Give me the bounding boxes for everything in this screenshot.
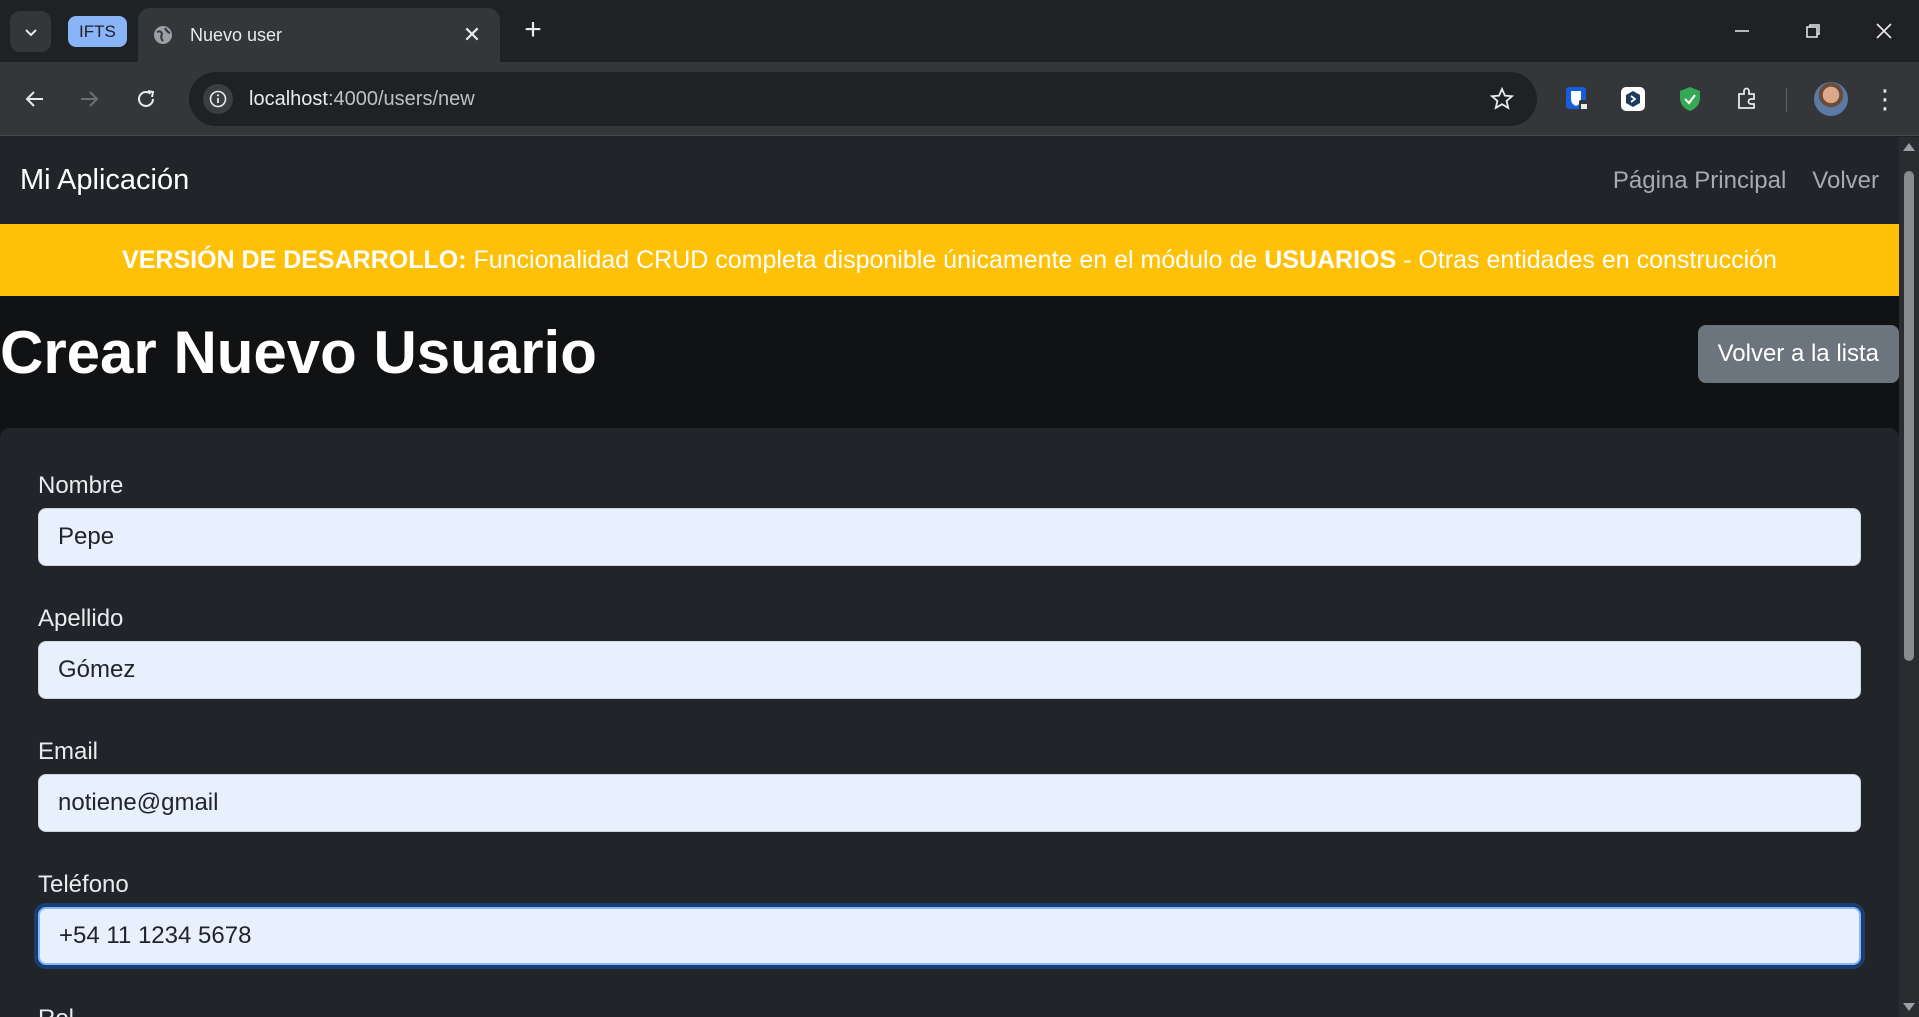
page-scrollbar[interactable]	[1899, 137, 1919, 1017]
banner-prefix: VERSIÓN DE DESARROLLO:	[122, 245, 467, 274]
back-to-list-button[interactable]: Volver a la lista	[1697, 325, 1899, 383]
page-title: Crear Nuevo Usuario	[0, 319, 597, 386]
scrollbar-thumb[interactable]	[1904, 171, 1914, 661]
bitwarden-extension-icon[interactable]	[1560, 82, 1594, 116]
restore-icon	[1806, 24, 1820, 38]
chevron-down-icon	[24, 28, 37, 36]
minimize-button[interactable]	[1714, 10, 1770, 52]
banner-text: Funcionalidad CRUD completa disponible ú…	[466, 245, 1265, 274]
field-label-apellido: Apellido	[38, 605, 124, 632]
email-input[interactable]	[38, 774, 1861, 832]
banner-suffix: - Otras entidades en construcción	[1396, 245, 1777, 274]
apellido-input[interactable]	[38, 641, 1861, 699]
tab-title: Nuevo user	[190, 24, 283, 45]
scroll-down-arrow-icon[interactable]	[1903, 1003, 1915, 1011]
puzzle-extensions-icon[interactable]	[1730, 82, 1764, 116]
tab-search-button[interactable]	[10, 11, 51, 52]
active-tab[interactable]: Nuevo user ✕	[138, 8, 500, 62]
bookmark-star-icon[interactable]	[1489, 86, 1515, 117]
scroll-up-arrow-icon[interactable]	[1903, 143, 1915, 151]
nav-link-back[interactable]: Volver	[1812, 167, 1879, 195]
app-navbar: Mi Aplicación Página Principal Volver	[0, 137, 1899, 224]
arrow-left-icon	[25, 91, 43, 107]
close-window-button[interactable]	[1856, 10, 1912, 52]
restore-button[interactable]	[1785, 10, 1841, 52]
field-label-email: Email	[38, 738, 99, 765]
page-viewport: Mi Aplicación Página Principal Volver VE…	[0, 137, 1899, 1017]
toolbar-separator	[1786, 88, 1787, 112]
shield-extension-icon[interactable]	[1673, 82, 1707, 116]
user-form-card: Nombre Apellido Email Teléfono Rol	[0, 428, 1899, 1017]
telefono-input[interactable]	[38, 907, 1861, 965]
arrow-right-icon	[81, 91, 99, 107]
back-button[interactable]	[16, 80, 54, 118]
globe-icon	[154, 26, 172, 44]
address-bar[interactable]: localhost:4000/users/new	[189, 72, 1537, 126]
nav-link-home[interactable]: Página Principal	[1613, 167, 1786, 195]
navbar-brand[interactable]: Mi Aplicación	[20, 164, 189, 197]
minimize-icon	[1735, 30, 1749, 32]
field-label-rol: Rol	[38, 1005, 74, 1017]
dev-version-banner: VERSIÓN DE DESARROLLO: Funcionalidad CRU…	[0, 224, 1899, 296]
new-tab-button[interactable]: +	[516, 14, 550, 48]
reload-button[interactable]	[127, 80, 165, 118]
site-info-icon[interactable]	[203, 84, 233, 114]
field-label-nombre: Nombre	[38, 472, 124, 499]
tab-group-label[interactable]: IFTS	[68, 16, 127, 47]
profile-avatar[interactable]	[1814, 82, 1848, 116]
browser-tab-strip: IFTS Nuevo user ✕ +	[0, 0, 1919, 62]
code-extension-icon[interactable]	[1616, 82, 1650, 116]
url-text: localhost:4000/users/new	[249, 87, 475, 110]
close-icon	[1876, 23, 1892, 39]
nombre-input[interactable]	[38, 508, 1861, 566]
more-menu-icon[interactable]: ⋮	[1870, 82, 1900, 116]
navbar-links: Página Principal Volver	[1613, 167, 1879, 195]
forward-button[interactable]	[70, 80, 108, 118]
banner-module: USUARIOS	[1264, 245, 1397, 274]
browser-toolbar: localhost:4000/users/new ⋮	[0, 62, 1919, 136]
tab-close-icon[interactable]: ✕	[458, 22, 486, 48]
reload-icon	[138, 90, 155, 107]
field-label-telefono: Teléfono	[38, 871, 129, 898]
